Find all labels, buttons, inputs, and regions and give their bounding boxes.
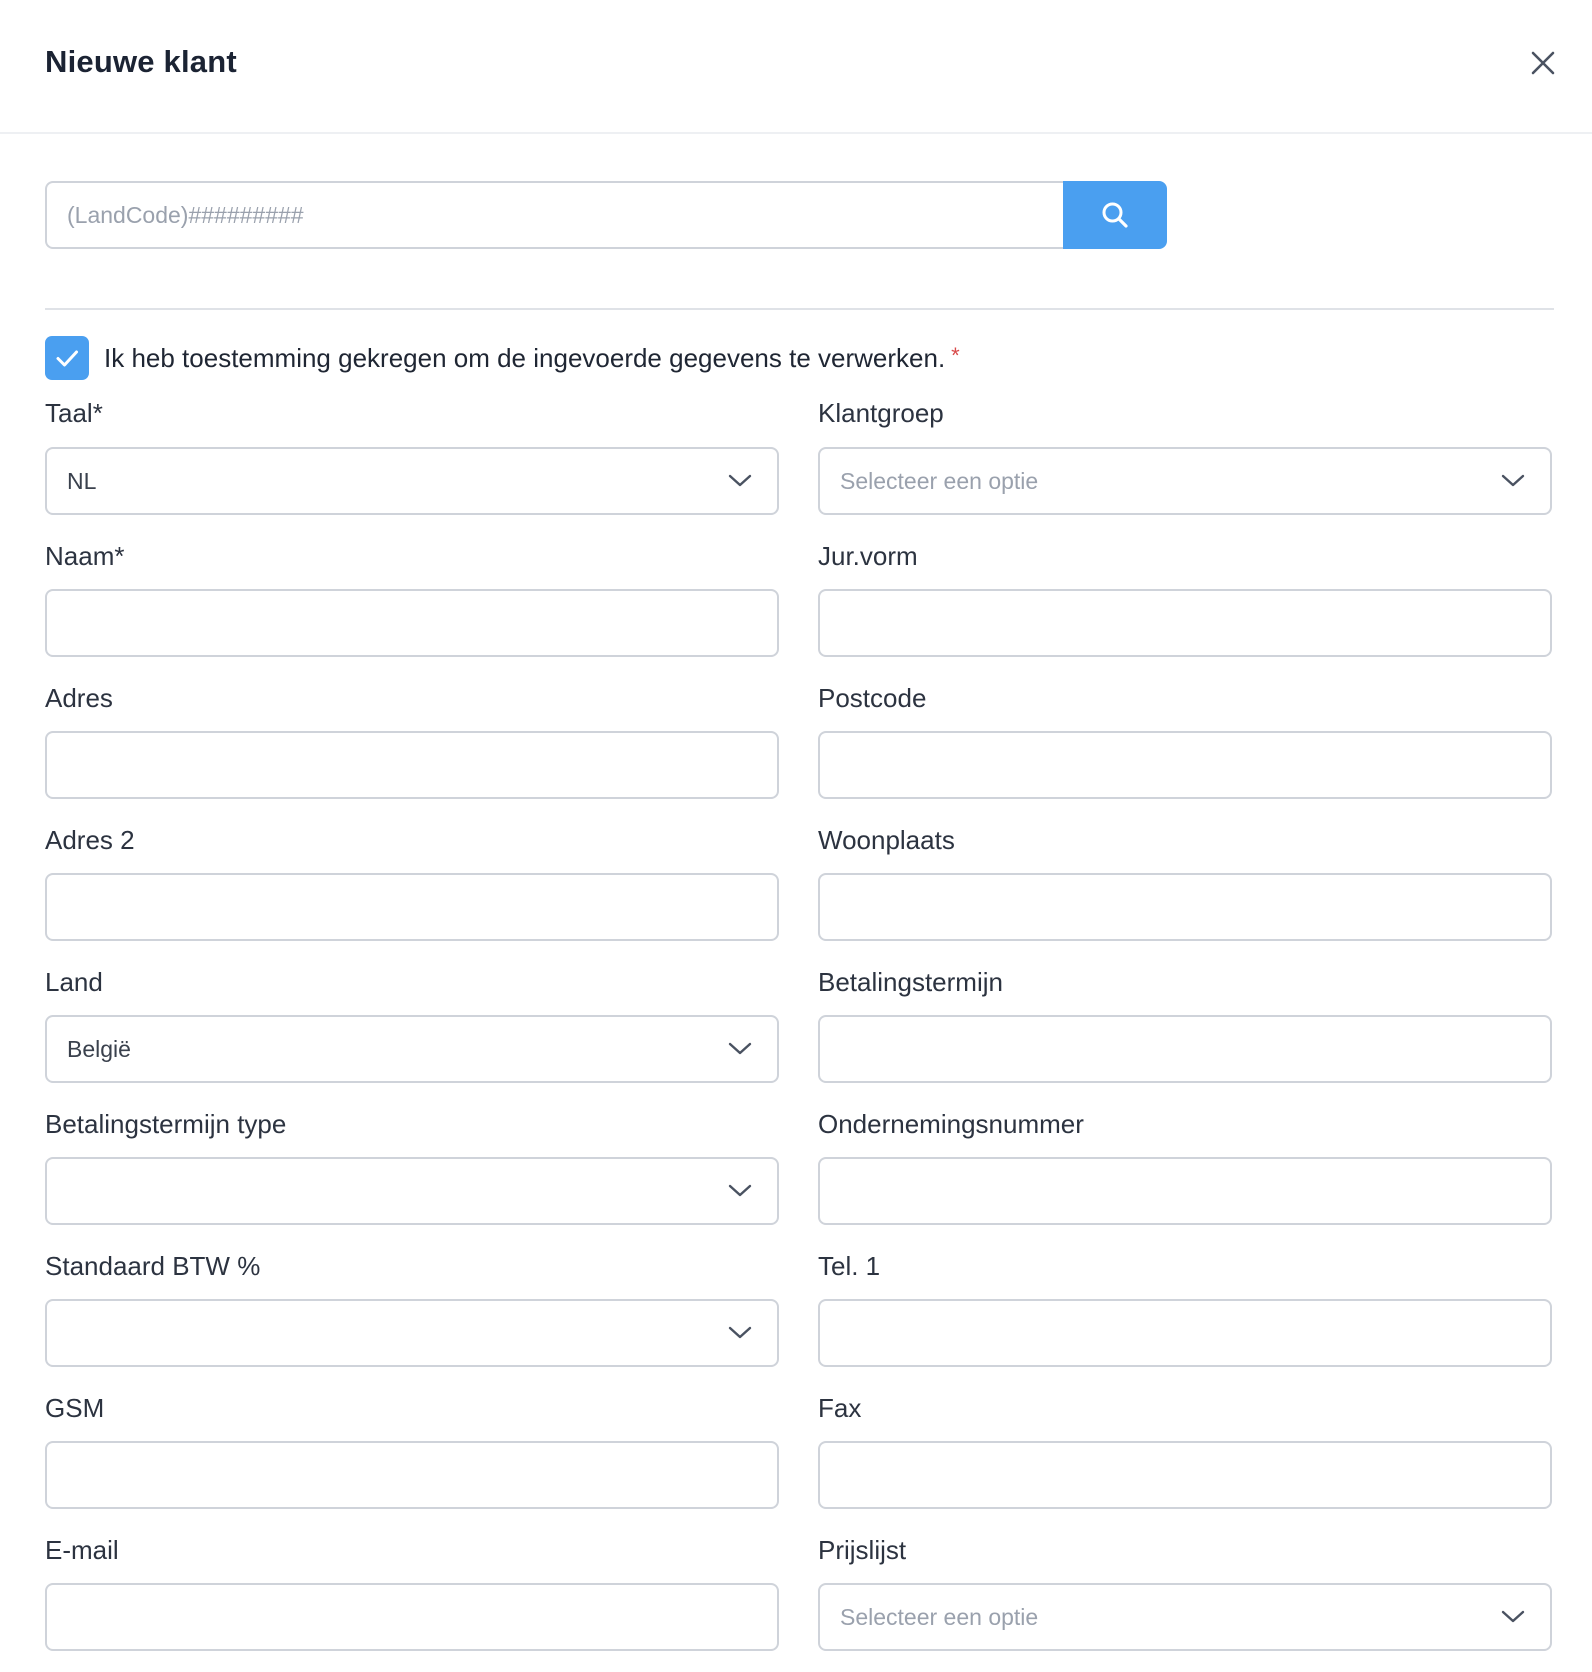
label-email: E-mail — [45, 1535, 119, 1565]
dialog-title: Nieuwe klant — [45, 44, 237, 79]
vat-search-input[interactable] — [45, 181, 1064, 249]
chevron-down-icon — [728, 1184, 752, 1197]
prijslijst-placeholder: Selecteer een optie — [840, 1603, 1039, 1630]
taal-value: NL — [67, 467, 97, 494]
fax-input[interactable] — [818, 1441, 1552, 1509]
land-value: België — [67, 1035, 131, 1062]
label-tel1: Tel. 1 — [818, 1251, 881, 1281]
klantgroep-select[interactable]: Selecteer een optie — [818, 447, 1552, 515]
label-woonplaats: Woonplaats — [818, 825, 955, 855]
new-customer-dialog: Nieuwe klant Ik heb toestemming gekregen… — [0, 0, 1592, 1672]
label-betalingstermijn-type: Betalingstermijn type — [45, 1109, 287, 1139]
chevron-down-icon — [1501, 474, 1525, 487]
chevron-down-icon — [728, 1326, 752, 1339]
search-button[interactable] — [1063, 181, 1167, 249]
label-ondernemingsnummer: Ondernemingsnummer — [818, 1109, 1084, 1139]
close-icon — [1531, 51, 1555, 75]
klantgroep-placeholder: Selecteer een optie — [840, 467, 1039, 494]
ondernemingsnummer-input[interactable] — [818, 1157, 1552, 1225]
consent-label: Ik heb toestemming gekregen om de ingevo… — [104, 343, 960, 374]
betalingstermijn-type-select[interactable] — [45, 1157, 779, 1225]
adres-input[interactable] — [45, 731, 779, 799]
check-icon — [56, 350, 78, 367]
jurvorm-input[interactable] — [818, 589, 1552, 657]
label-betalingstermijn: Betalingstermijn — [818, 967, 1003, 997]
required-mark: * — [951, 343, 960, 368]
chevron-down-icon — [728, 1042, 752, 1055]
label-taal: Taal* — [45, 398, 103, 428]
consent-checkbox[interactable] — [45, 336, 89, 380]
standaard-btw-select[interactable] — [45, 1299, 779, 1367]
tel1-input[interactable] — [818, 1299, 1552, 1367]
label-jurvorm: Jur.vorm — [818, 541, 918, 571]
section-divider — [45, 308, 1554, 310]
woonplaats-input[interactable] — [818, 873, 1552, 941]
betalingstermijn-input[interactable] — [818, 1015, 1552, 1083]
label-fax: Fax — [818, 1393, 862, 1423]
postcode-input[interactable] — [818, 731, 1552, 799]
label-naam: Naam* — [45, 541, 125, 571]
label-postcode: Postcode — [818, 683, 927, 713]
chevron-down-icon — [1501, 1610, 1525, 1623]
taal-select[interactable]: NL — [45, 447, 779, 515]
email-input[interactable] — [45, 1583, 779, 1651]
land-select[interactable]: België — [45, 1015, 779, 1083]
gsm-input[interactable] — [45, 1441, 779, 1509]
adres2-input[interactable] — [45, 873, 779, 941]
prijslijst-select[interactable]: Selecteer een optie — [818, 1583, 1552, 1651]
consent-text: Ik heb toestemming gekregen om de ingevo… — [104, 343, 946, 373]
search-icon — [1102, 202, 1128, 228]
chevron-down-icon — [728, 474, 752, 487]
label-adres: Adres — [45, 683, 113, 713]
label-gsm: GSM — [45, 1393, 105, 1423]
naam-input[interactable] — [45, 589, 779, 657]
label-standaard-btw: Standaard BTW % — [45, 1251, 261, 1281]
close-button[interactable] — [1528, 48, 1558, 78]
label-klantgroep: Klantgroep — [818, 398, 944, 428]
dialog-header: Nieuwe klant — [0, 0, 1592, 134]
label-adres2: Adres 2 — [45, 825, 135, 855]
label-land: Land — [45, 967, 103, 997]
label-prijslijst: Prijslijst — [818, 1535, 907, 1565]
